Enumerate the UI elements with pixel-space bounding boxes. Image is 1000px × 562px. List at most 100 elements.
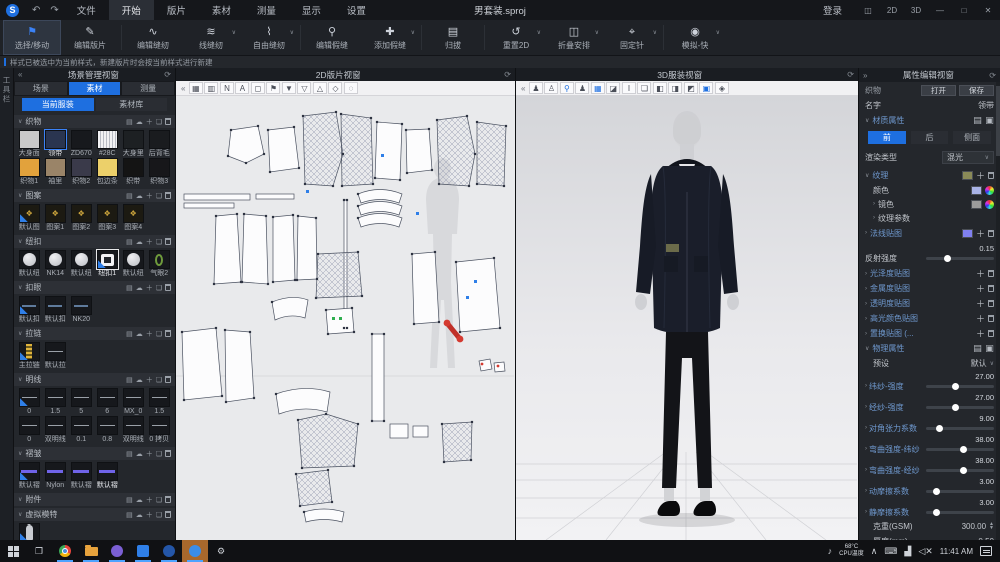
cloud-icon[interactable]: ☁ <box>136 376 143 384</box>
slider-track[interactable] <box>926 511 994 514</box>
item-大身面[interactable]: 大身面 <box>17 130 42 158</box>
refresh-icon[interactable]: ⟳ <box>843 70 858 79</box>
preset-dropdown[interactable]: 默认 <box>971 358 987 369</box>
trash-icon[interactable] <box>165 330 171 337</box>
slider-thumb[interactable] <box>952 404 959 411</box>
save-disk-icon[interactable]: ▣ <box>985 343 994 354</box>
keyboard-icon[interactable]: ⌨ <box>884 546 897 557</box>
avatar-pose-icon[interactable]: ♟ <box>575 82 589 94</box>
item-NK20[interactable]: NK20 <box>69 296 94 324</box>
material-section-label[interactable]: 材质属性 <box>872 115 904 126</box>
notification-center-icon[interactable] <box>980 546 992 556</box>
trash-icon[interactable] <box>165 284 171 291</box>
subtab-素材库[interactable]: 素材库 <box>96 98 168 111</box>
item-0.1[interactable]: 0.1 <box>69 416 94 444</box>
folder-icon[interactable]: ▤ <box>126 511 133 519</box>
slider-thumb[interactable] <box>960 467 967 474</box>
trash-icon[interactable] <box>165 511 171 518</box>
tab-场景[interactable]: 场景 <box>15 82 67 95</box>
trash-icon[interactable] <box>988 315 994 322</box>
slider-thumb[interactable] <box>933 488 940 495</box>
item-avatar[interactable] <box>17 523 42 540</box>
section-header-拉链[interactable]: ∨拉链▤☁＋❏ <box>14 327 175 340</box>
add-icon[interactable]: ＋ <box>976 267 985 280</box>
settings-app[interactable]: ⚙ <box>208 540 234 562</box>
cloud-icon[interactable]: ☁ <box>136 511 143 519</box>
fabric-fold-icon[interactable]: ◨ <box>668 82 682 94</box>
texture-params-label[interactable]: 纹理参数 <box>878 213 910 224</box>
trash-icon[interactable] <box>165 238 171 245</box>
gsm-value[interactable]: 300.00 <box>962 522 986 531</box>
section-header-扣眼[interactable]: ∨扣眼▤☁＋❏ <box>14 281 175 294</box>
dropdown-caret-icon[interactable]: ∨ <box>537 29 541 36</box>
section-header-虚拟模特[interactable]: ∨虚拟模特▤☁＋❏ <box>14 508 175 521</box>
fabric-press-icon[interactable]: ◩ <box>684 82 698 94</box>
add-icon[interactable]: ＋ <box>976 227 985 240</box>
collapse-arrow-icon[interactable]: ∨ <box>18 118 22 125</box>
collapse-arrow-icon[interactable]: ∨ <box>18 496 22 503</box>
trash-icon[interactable] <box>165 496 171 503</box>
copy-icon[interactable]: ❏ <box>156 192 162 200</box>
item-织物3[interactable]: 织物3 <box>147 158 172 186</box>
normal-map-swatch[interactable] <box>962 229 973 238</box>
collapse-arrow-icon[interactable]: ∨ <box>18 192 22 199</box>
expand-arrow-icon[interactable]: › <box>865 446 867 452</box>
copy-icon[interactable]: ❏ <box>156 238 162 246</box>
refresh-icon[interactable]: ⟳ <box>985 71 1000 80</box>
trash-icon[interactable] <box>165 450 171 457</box>
copy-icon[interactable]: ❏ <box>156 511 162 519</box>
color-wheel-icon[interactable] <box>985 200 994 209</box>
item-后背毛[interactable]: 后背毛 <box>147 130 172 158</box>
trash-icon[interactable] <box>988 172 994 179</box>
section-header-织物[interactable]: ∨织物▤☁＋❏ <box>14 115 175 128</box>
slider-track[interactable] <box>926 406 994 409</box>
hanger-icon[interactable]: ◇ <box>328 82 342 94</box>
map-label[interactable]: 透明度贴图 <box>870 298 910 309</box>
dropdown-caret-icon[interactable]: ∨ <box>653 29 657 36</box>
add-icon[interactable]: ＋ <box>976 297 985 310</box>
layers-icon[interactable]: ❏ <box>637 82 651 94</box>
menu-item-显示[interactable]: 显示 <box>289 0 334 20</box>
refresh-icon[interactable]: ⟳ <box>500 70 515 79</box>
view-2d-button[interactable]: 2D <box>880 0 904 20</box>
map-label[interactable]: 高光颜色贴图 <box>870 313 918 324</box>
item-默认纽[interactable]: 默认纽 <box>17 250 42 278</box>
item-图案3[interactable]: ❖图案3 <box>95 204 120 232</box>
section-header-附件[interactable]: ∨附件▤☁＋❏ <box>14 493 175 506</box>
item-5[interactable]: 5 <box>69 388 94 416</box>
folder-icon[interactable]: ▤ <box>973 343 982 354</box>
props-scrollbar[interactable] <box>996 82 1000 540</box>
item-双明线[interactable]: 双明线 <box>43 416 68 444</box>
menu-item-素材[interactable]: 素材 <box>199 0 244 20</box>
left-vertical-tab[interactable]: 工具栏 <box>0 68 14 540</box>
texture-section-label[interactable]: 纹理 <box>872 170 888 181</box>
add-icon[interactable]: ＋ <box>146 510 153 520</box>
trash-icon[interactable] <box>988 230 994 237</box>
item-#28C[interactable]: #28C <box>95 130 120 158</box>
collapse-arrow-icon[interactable]: ∨ <box>18 238 22 245</box>
slider-thumb[interactable] <box>936 425 943 432</box>
folder-icon[interactable]: ▤ <box>126 192 133 200</box>
add-icon[interactable]: ＋ <box>976 169 985 182</box>
item-织物1[interactable]: 织物1 <box>17 158 42 186</box>
color-wheel-icon[interactable] <box>985 186 994 195</box>
add-icon[interactable]: ＋ <box>146 191 153 201</box>
gsm-spinner[interactable]: ▲▼ <box>989 522 994 530</box>
ruler-flag-icon[interactable]: ⚑ <box>266 82 280 94</box>
save-disk-icon[interactable]: ▣ <box>985 115 994 126</box>
clock[interactable]: 11:41 AM <box>940 547 973 556</box>
collapse-arrow-icon[interactable]: ∨ <box>18 330 22 337</box>
expand-arrow-icon[interactable]: › <box>865 467 867 473</box>
add-icon[interactable]: ＋ <box>976 327 985 340</box>
ribbon-编辑缝纫-button[interactable]: ∿编辑缝纫 <box>124 20 182 55</box>
notch-icon[interactable]: N <box>220 82 234 94</box>
collapse-arrow-icon[interactable]: ∨ <box>18 376 22 383</box>
item-图案1[interactable]: ❖图案1 <box>43 204 68 232</box>
expand-arrow-icon[interactable]: › <box>865 286 867 292</box>
dropdown-caret-icon[interactable]: ∨ <box>716 29 720 36</box>
pattern-2d-canvas[interactable] <box>176 96 515 540</box>
menu-item-设置[interactable]: 设置 <box>334 0 379 20</box>
minimize-button[interactable]: — <box>928 0 952 20</box>
cube-icon[interactable]: ▦ <box>591 82 605 94</box>
volume-muted-icon[interactable]: ◁✕ <box>918 546 932 557</box>
